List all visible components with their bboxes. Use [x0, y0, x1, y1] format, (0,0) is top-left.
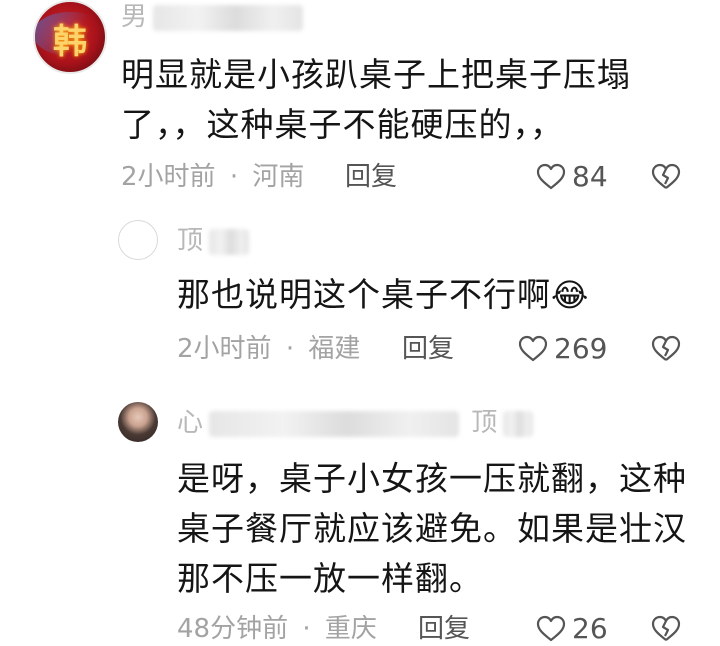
like-button[interactable]: 269 [518, 332, 607, 366]
comment-author[interactable]: 心 顶 [177, 408, 534, 438]
meta-separator: · [285, 334, 295, 364]
reply-button[interactable]: 回复 [418, 612, 470, 646]
avatar-glyph: 韩 [53, 22, 87, 62]
like-count: 84 [572, 160, 608, 193]
comment-author[interactable]: 男 [121, 2, 304, 32]
like-button[interactable]: 26 [536, 612, 608, 646]
comment-line: 了，，这种桌子不能硬压的，， [121, 105, 564, 144]
laughing-emoji: 😂 [551, 276, 590, 314]
like-count: 269 [554, 332, 608, 365]
avatar[interactable] [118, 402, 158, 442]
blurred-username [209, 410, 460, 437]
author-name-tail: 顶 [471, 408, 498, 438]
avatar[interactable]: 韩 [33, 0, 107, 74]
comment-location: 重庆 [324, 614, 377, 644]
comment-time: 2小时前 [177, 334, 272, 364]
comment-time: 2小时前 [121, 162, 216, 192]
blurred-username [503, 410, 534, 437]
author-name: 心 [177, 408, 204, 438]
comment-author[interactable]: 顶 [177, 226, 250, 256]
comment-line: 桌子餐厅就应该避免。如果是壮汉 [177, 509, 687, 548]
blurred-username [153, 4, 304, 31]
comment-meta: 2小时前 · 福建 [177, 332, 360, 366]
reply-button[interactable]: 回复 [345, 160, 397, 194]
comment-text: 是呀，桌子小女孩一压就翻，这种 桌子餐厅就应该避免。如果是壮汉 那不压一放一样翻… [177, 454, 697, 604]
heart-icon [536, 615, 566, 643]
comment-meta: 48分钟前 · 重庆 [177, 612, 377, 646]
comment-time: 48分钟前 [177, 614, 289, 644]
avatar[interactable] [118, 220, 158, 260]
heart-icon [518, 335, 548, 363]
like-count: 26 [572, 612, 608, 645]
comment-line: 那不压一放一样翻。 [177, 559, 483, 598]
broken-heart-icon [651, 335, 681, 363]
dislike-button[interactable] [651, 615, 681, 643]
comment-line: 那也说明这个桌子不行啊 [177, 275, 551, 314]
broken-heart-icon [651, 163, 681, 191]
comment-text: 明显就是小孩趴桌子上把桌子压塌 了，，这种桌子不能硬压的，， [121, 50, 681, 150]
comment-line: 是呀，桌子小女孩一压就翻，这种 [177, 459, 687, 498]
author-name: 男 [121, 2, 148, 32]
reply-button[interactable]: 回复 [402, 332, 454, 366]
comment-line: 明显就是小孩趴桌子上把桌子压塌 [121, 55, 631, 94]
dislike-button[interactable] [651, 335, 681, 363]
heart-icon [536, 163, 566, 191]
author-name: 顶 [177, 226, 204, 256]
meta-separator: · [302, 614, 311, 644]
comment-meta: 2小时前 · 河南 [121, 160, 304, 194]
comment-location: 福建 [308, 334, 361, 364]
broken-heart-icon [651, 615, 681, 643]
meta-separator: · [229, 162, 239, 192]
like-button[interactable]: 84 [536, 160, 608, 194]
blurred-username [209, 228, 250, 255]
comment-text: 那也说明这个桌子不行啊😂 [177, 270, 677, 320]
dislike-button[interactable] [651, 163, 681, 191]
comment-location: 河南 [252, 162, 305, 192]
